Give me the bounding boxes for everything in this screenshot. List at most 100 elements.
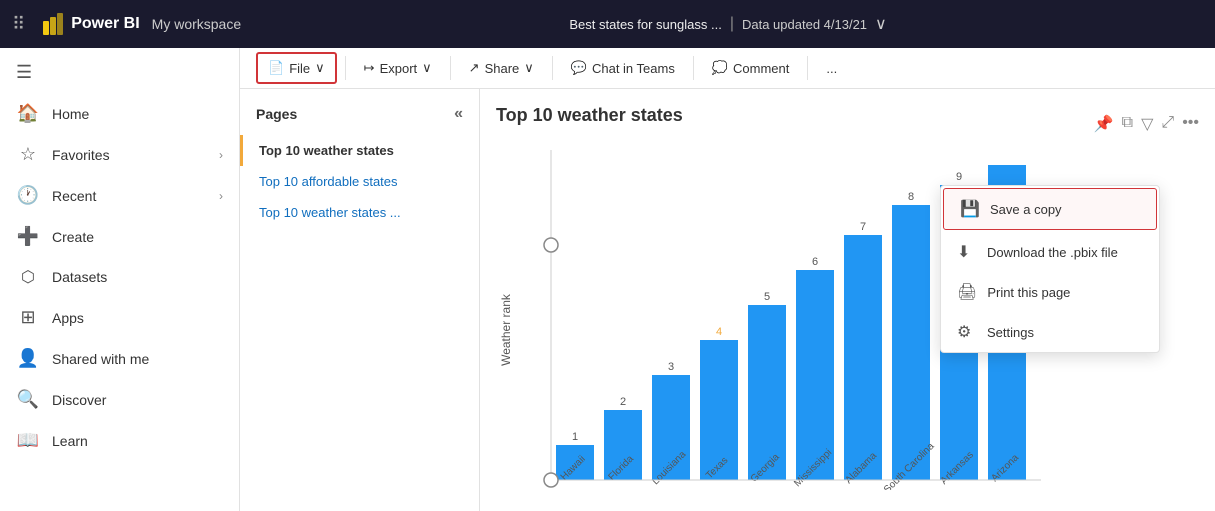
- chat-in-teams-button[interactable]: 💬 Chat in Teams: [561, 54, 685, 82]
- comment-label: Comment: [733, 61, 789, 76]
- content-area: 📄 File ∨ ↦ Export ∨ ↗ Share ∨ 💬 Chat in …: [240, 48, 1215, 511]
- create-icon: ➕: [16, 226, 40, 247]
- grid-dots-icon: ⠿: [12, 14, 25, 35]
- bar-georgia: [748, 305, 786, 480]
- save-copy-icon: 💾: [960, 199, 980, 219]
- sidebar-create-label: Create: [52, 229, 94, 245]
- separator: |: [730, 15, 734, 33]
- sidebar-item-shared[interactable]: 👤 Shared with me: [0, 338, 239, 379]
- print-icon: 🖨: [957, 282, 977, 302]
- settings-icon: ⚙: [957, 322, 977, 342]
- print-page-item[interactable]: 🖨 Print this page: [941, 272, 1159, 312]
- download-pbix-item[interactable]: ⬇ Download the .pbix file: [941, 232, 1159, 272]
- page-1-label: Top 10 weather states: [259, 143, 394, 158]
- sidebar-item-datasets[interactable]: ⬡ Datasets: [0, 257, 239, 297]
- main-layout: ☰ 🏠 Home ☆ Favorites › 🕐 Recent › ➕ Crea…: [0, 48, 1215, 511]
- bar-value-arkansas: 9: [956, 171, 962, 183]
- toolbar-separator5: [807, 56, 808, 80]
- share-button[interactable]: ↗ Share ∨: [459, 54, 544, 82]
- toolbar-separator: [345, 56, 346, 80]
- bar-value-mississippi: 6: [812, 256, 818, 268]
- file-button[interactable]: 📄 File ∨: [256, 52, 337, 84]
- file-dropdown-menu: 💾 Save a copy ⬇ Download the .pbix file …: [940, 185, 1160, 353]
- share-chevron-icon: ∨: [524, 60, 534, 76]
- pages-title: Pages: [256, 106, 297, 122]
- sidebar-datasets-label: Datasets: [52, 269, 107, 285]
- pin-icon[interactable]: 📌: [1094, 114, 1114, 134]
- page-item-1[interactable]: Top 10 weather states: [240, 135, 479, 166]
- page-item-2[interactable]: Top 10 affordable states: [240, 166, 479, 197]
- toolbar-separator2: [450, 56, 451, 80]
- collapse-pages-button[interactable]: «: [454, 105, 463, 123]
- favorites-icon: ☆: [16, 144, 40, 165]
- recent-icon: 🕐: [16, 185, 40, 206]
- toolbar: 📄 File ∨ ↦ Export ∨ ↗ Share ∨ 💬 Chat in …: [240, 48, 1215, 89]
- download-icon: ⬇: [957, 242, 977, 262]
- sidebar-item-recent[interactable]: 🕐 Recent ›: [0, 175, 239, 216]
- sidebar-recent-label: Recent: [52, 188, 96, 204]
- comment-icon: 💭: [712, 60, 728, 76]
- more-icon: ...: [826, 61, 837, 76]
- export-chevron-icon: ∨: [422, 60, 432, 76]
- apps-icon: ⊞: [16, 307, 40, 328]
- sidebar-item-favorites[interactable]: ☆ Favorites ›: [0, 134, 239, 175]
- sidebar-item-home[interactable]: 🏠 Home: [0, 93, 239, 134]
- learn-icon: 📖: [16, 430, 40, 451]
- bar-value-alabama: 7: [860, 221, 866, 233]
- toolbar-separator3: [552, 56, 553, 80]
- sidebar-item-learn[interactable]: 📖 Learn: [0, 420, 239, 461]
- bar-southcarolina: [892, 205, 930, 480]
- download-label: Download the .pbix file: [987, 245, 1118, 260]
- save-copy-label: Save a copy: [990, 202, 1062, 217]
- chart-more-icon[interactable]: •••: [1182, 114, 1199, 134]
- home-icon: 🏠: [16, 103, 40, 124]
- data-updated: Data updated 4/13/21: [742, 17, 867, 32]
- chat-label: Chat in Teams: [592, 61, 675, 76]
- more-button[interactable]: ...: [816, 55, 847, 82]
- settings-label: Settings: [987, 325, 1034, 340]
- sidebar-item-create[interactable]: ➕ Create: [0, 216, 239, 257]
- save-copy-item[interactable]: 💾 Save a copy: [943, 188, 1157, 230]
- bar-value-florida: 2: [620, 396, 626, 408]
- settings-item[interactable]: ⚙ Settings: [941, 312, 1159, 352]
- sidebar-item-apps[interactable]: ⊞ Apps: [0, 297, 239, 338]
- export-label: Export: [380, 61, 418, 76]
- bar-value-louisiana: 3: [668, 361, 674, 373]
- chevron-right-icon2: ›: [219, 189, 223, 203]
- sidebar-apps-label: Apps: [52, 310, 84, 326]
- duplicate-icon[interactable]: ⧉: [1122, 114, 1133, 134]
- pages-panel: Pages « Top 10 weather states Top 10 aff…: [240, 89, 480, 511]
- datasets-icon: ⬡: [16, 267, 40, 287]
- workspace-label[interactable]: My workspace: [152, 16, 241, 32]
- page-item-3[interactable]: Top 10 weather states ...: [240, 197, 479, 228]
- bar-value-hawaii: 1: [572, 431, 578, 443]
- sidebar-favorites-label: Favorites: [52, 147, 110, 163]
- page-3-label: Top 10 weather states ...: [259, 205, 401, 220]
- file-icon: 📄: [268, 60, 284, 76]
- bar-value-texas: 4: [716, 326, 722, 338]
- chart-container: Top 10 weather states 📌 ⧉ ▽ ⤢ ••• Weathe…: [480, 89, 1215, 511]
- bar-value-georgia: 5: [764, 291, 770, 303]
- expand-icon[interactable]: ⤢: [1161, 114, 1174, 134]
- toolbar-separator4: [693, 56, 694, 80]
- sidebar-learn-label: Learn: [52, 433, 88, 449]
- sidebar-discover-label: Discover: [52, 392, 106, 408]
- comment-button[interactable]: 💭 Comment: [702, 54, 800, 82]
- shared-icon: 👤: [16, 348, 40, 369]
- page-2-label: Top 10 affordable states: [259, 174, 398, 189]
- bar-value-southcarolina: 8: [908, 191, 914, 203]
- share-label: Share: [485, 61, 520, 76]
- sidebar-home-label: Home: [52, 106, 89, 122]
- powerbi-logo-icon: [41, 13, 63, 35]
- sidebar-nav: ☰ 🏠 Home ☆ Favorites › 🕐 Recent › ➕ Crea…: [0, 48, 240, 511]
- share-icon: ↗: [469, 60, 480, 76]
- hamburger-button[interactable]: ☰: [0, 52, 239, 93]
- report-title: Best states for sunglass ...: [569, 17, 721, 32]
- chevron-right-icon: ›: [219, 148, 223, 162]
- sidebar-item-discover[interactable]: 🔍 Discover: [0, 379, 239, 420]
- filter-icon[interactable]: ▽: [1141, 114, 1153, 134]
- axis-circle-top: [544, 238, 558, 252]
- export-button[interactable]: ↦ Export ∨: [354, 54, 442, 82]
- chart-title: Top 10 weather states: [496, 105, 683, 126]
- chevron-down-icon[interactable]: ∨: [875, 14, 887, 34]
